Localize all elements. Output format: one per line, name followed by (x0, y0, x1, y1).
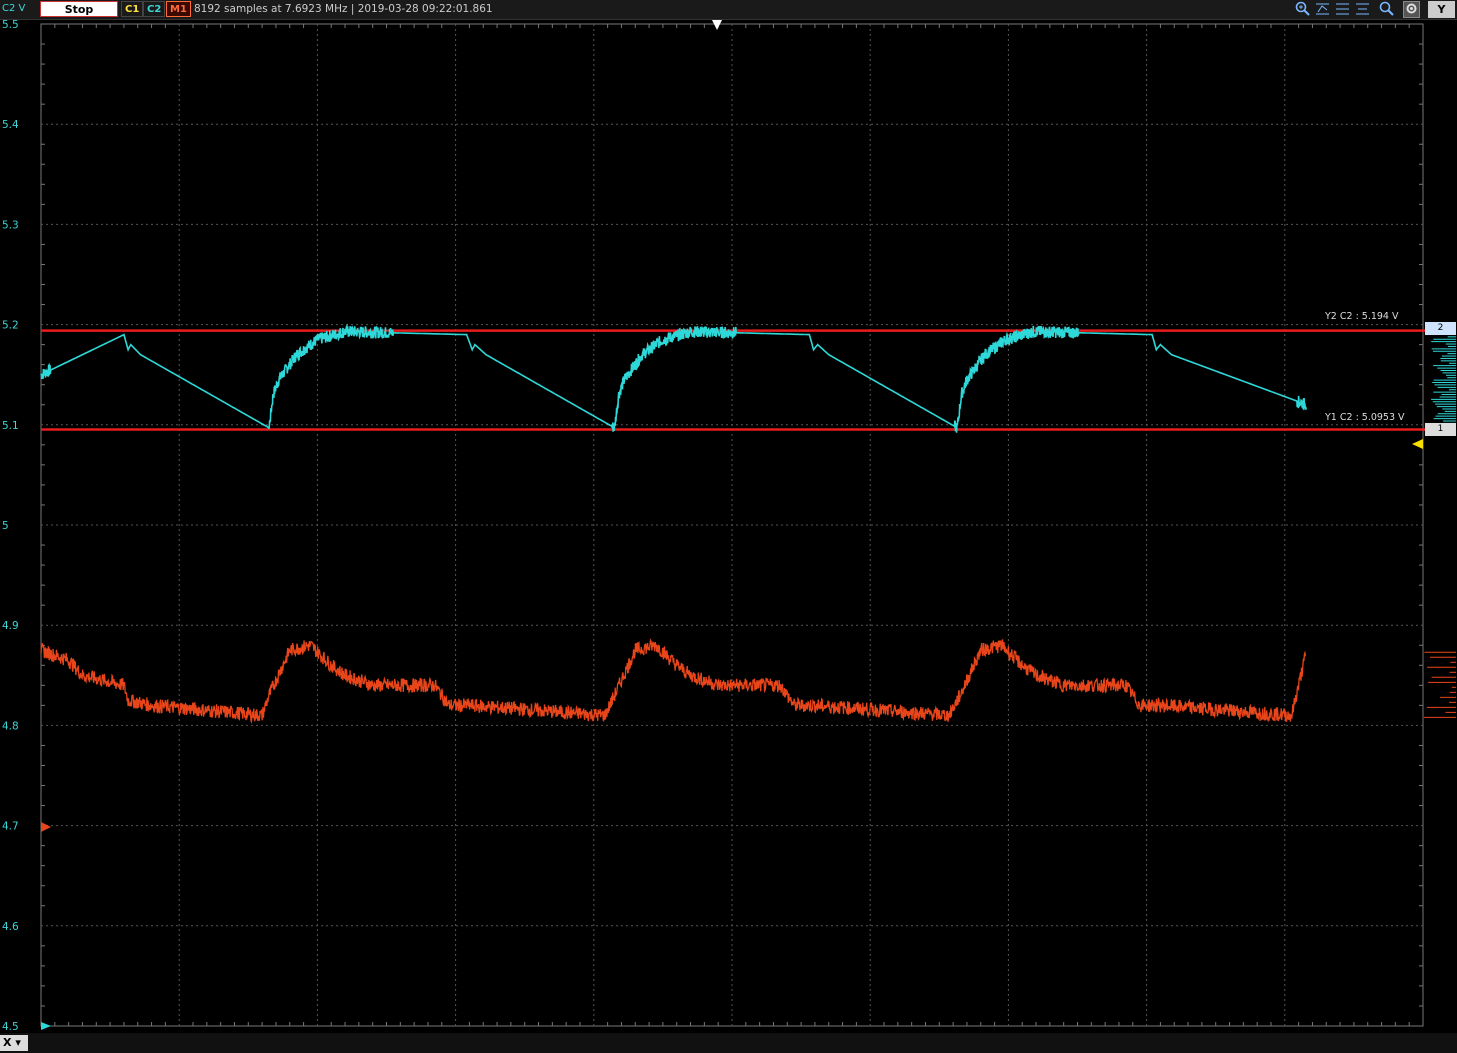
markers (41, 20, 1456, 1030)
y-tick-label: 4.6 (2, 921, 19, 933)
x-axis-button[interactable]: X ▾ (0, 1035, 28, 1051)
y-tick-label: 5.4 (2, 119, 19, 131)
y-tick-label: 4.5 (2, 1021, 19, 1033)
y-tick-label: 5.2 (2, 320, 19, 332)
trace-c2 (40, 323, 1307, 433)
y-tick-label: 4.8 (2, 720, 19, 732)
cursor-y2-label: Y2 C2 : 5.194 V (1325, 311, 1399, 322)
y-axis-ticks: 5.5 5.4 5.3 5.2 5.1 5 4.9 4.8 4.7 4.6 4.5 (2, 19, 19, 1033)
plot-grid (40, 23, 1424, 1027)
c2-offset-marker (41, 1022, 51, 1030)
y-tick-label: 4.9 (2, 620, 19, 632)
oscilloscope-plot[interactable]: 5.55.45.35.25.154.94.84.74.64.5 -490 us-… (0, 0, 1457, 1053)
cursor-y1-tag[interactable]: 1 (1425, 423, 1456, 436)
traces (40, 323, 1307, 724)
trigger-position-marker (712, 20, 722, 30)
y-tick-label: 5.1 (2, 420, 19, 432)
cursor-y2-tag[interactable]: 2 (1425, 322, 1456, 335)
trigger-level-marker (1412, 439, 1423, 449)
cursor-y1-label: Y1 C2 : 5.0953 V (1325, 412, 1405, 423)
y-tick-label: 5.3 (2, 219, 19, 231)
y-tick-label: 4.7 (2, 821, 19, 833)
bottom-axis-bar: X ▾ (0, 1033, 1457, 1053)
cursor-lines (41, 329, 1425, 431)
trace-m1 (40, 638, 1307, 724)
y-tick-label: 5.5 (2, 19, 19, 31)
m1-offset-marker (41, 822, 51, 832)
y-tick-label: 5 (2, 520, 9, 532)
x-axis-button-label: X (3, 1036, 12, 1049)
